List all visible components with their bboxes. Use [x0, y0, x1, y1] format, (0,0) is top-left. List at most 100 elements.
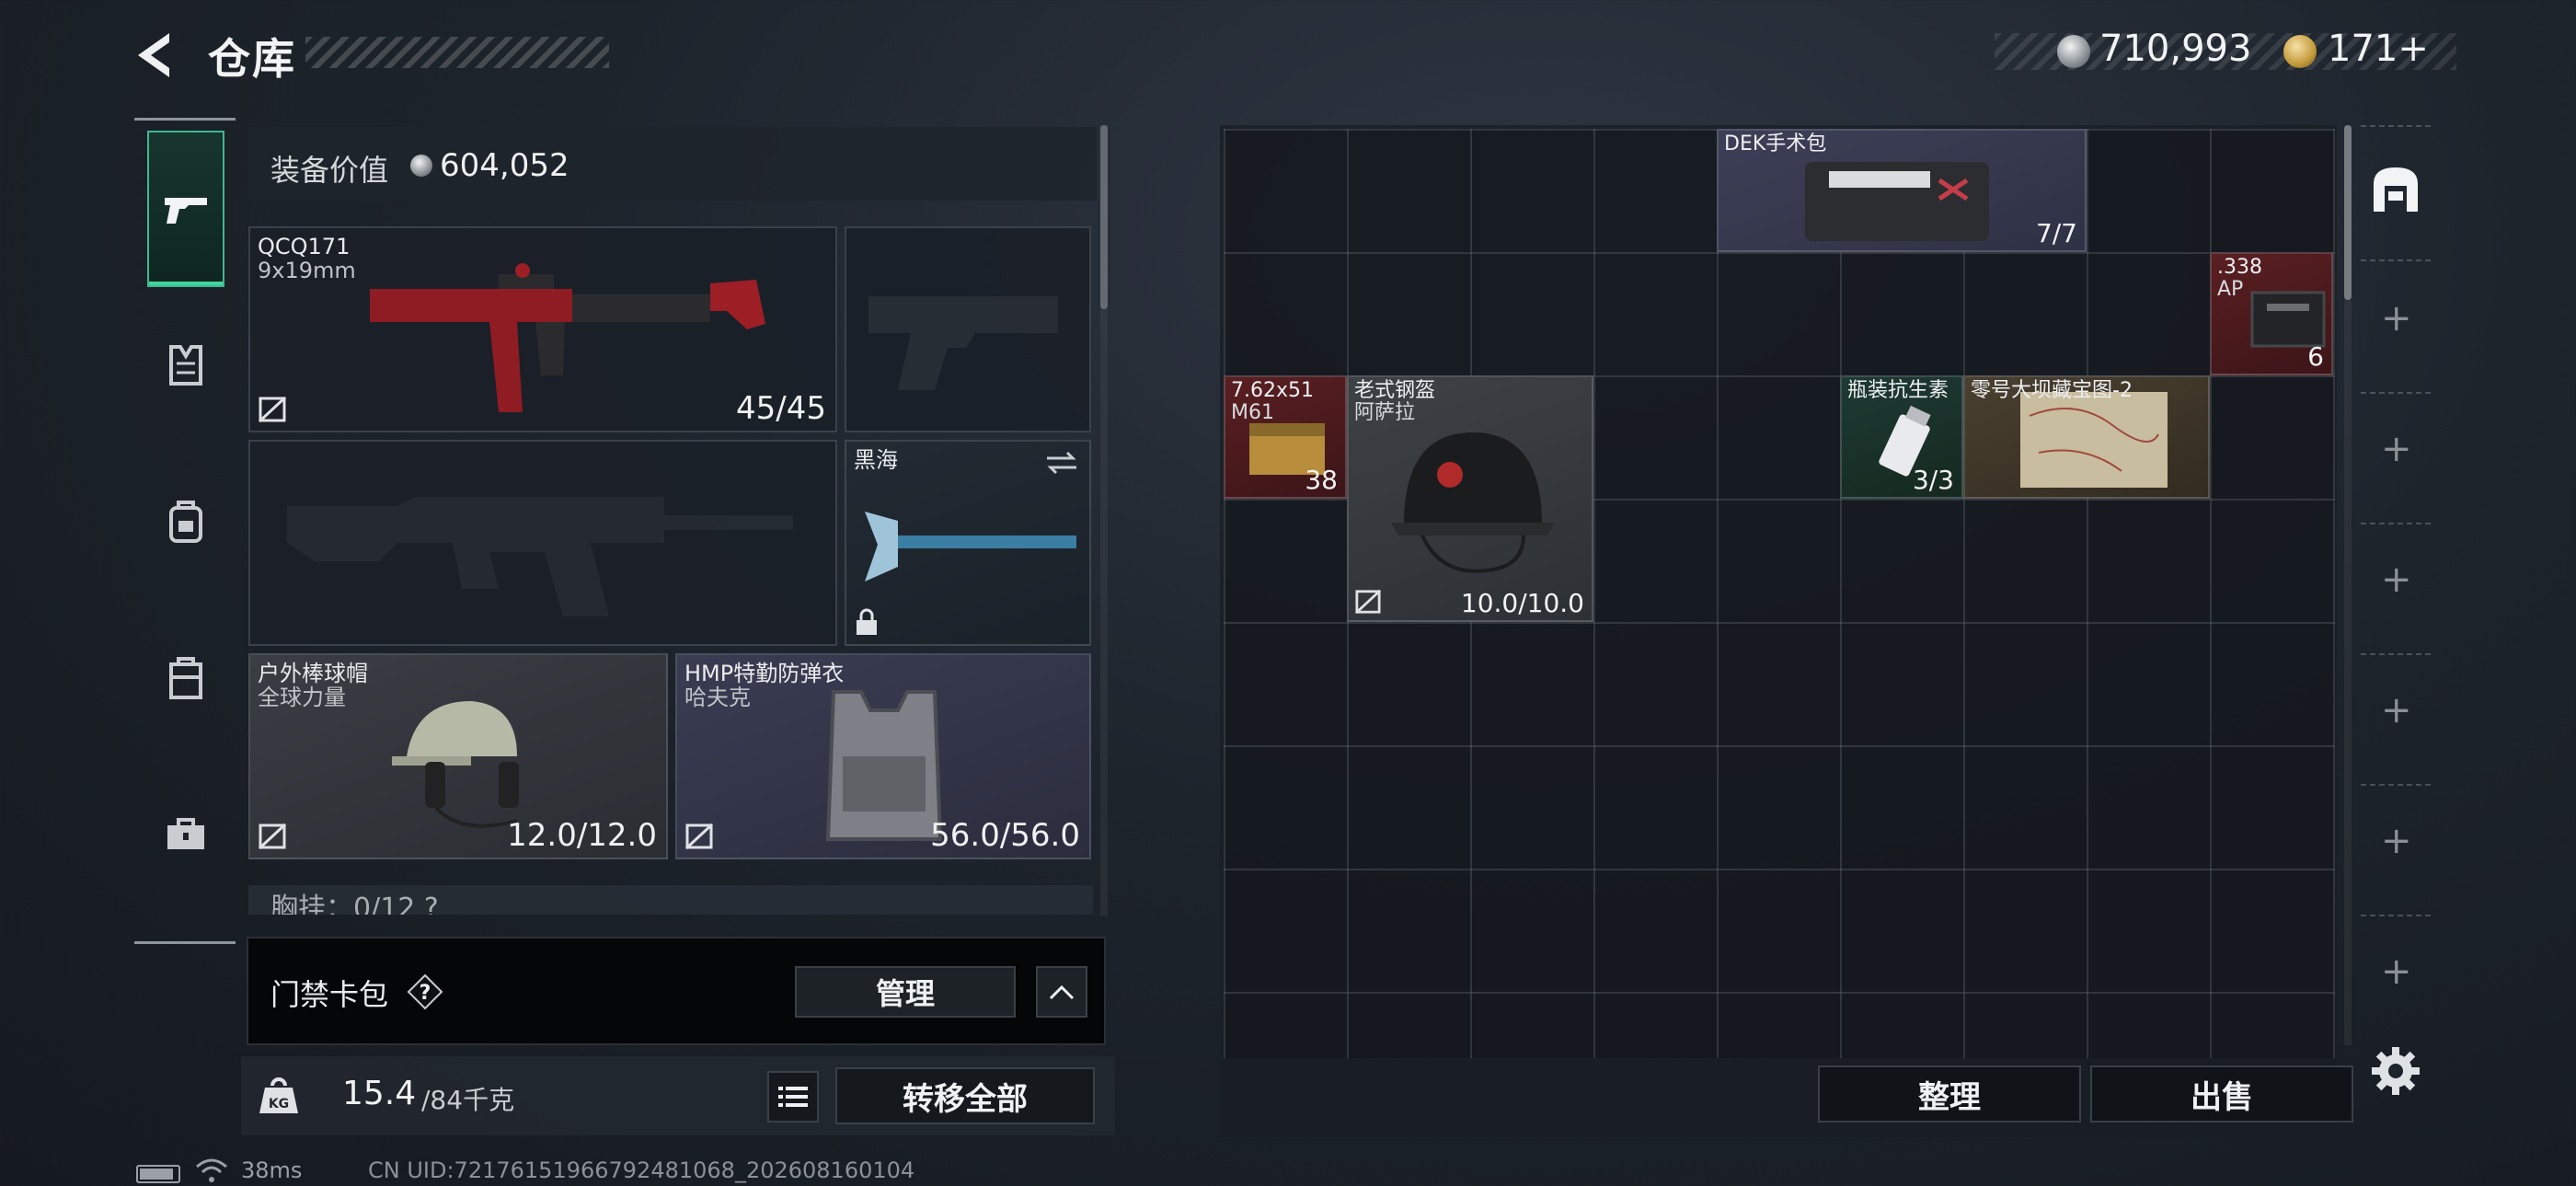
axe-image: [865, 512, 1076, 581]
category-rail: [134, 118, 236, 944]
helmet-slot[interactable]: 户外棒球帽 全球力量 12.0/12.0: [248, 653, 668, 859]
add-storage-tab-3[interactable]: +: [2381, 561, 2412, 598]
sort-button[interactable]: 整理: [1818, 1065, 2081, 1123]
melee-name: 黑海: [854, 447, 898, 473]
case-icon: [169, 657, 202, 699]
sell-button[interactable]: 出售: [2090, 1065, 2353, 1123]
pistol-silhouette-icon: [868, 296, 1058, 390]
equipment-scroll-thumb[interactable]: [1100, 125, 1108, 309]
grid-item-old-helmet[interactable]: 老式钢盔 阿萨拉 10.0/10.0: [1347, 375, 1593, 622]
vest-icon: [169, 345, 202, 386]
item-name: 7.62x51: [1231, 379, 1314, 402]
equipment-value: 604,052: [440, 147, 569, 184]
uninsured-icon: [684, 823, 714, 850]
svg-text:?: ?: [420, 982, 431, 1005]
category-chest-rig[interactable]: [147, 287, 224, 443]
list-icon: [778, 1087, 808, 1107]
help-icon[interactable]: ?: [407, 973, 443, 1010]
grid-item-762x51-ammo[interactable]: 7.62x51 M61 38: [1224, 375, 1347, 499]
transfer-all-button[interactable]: 转移全部: [835, 1067, 1095, 1124]
manage-button[interactable]: 管理: [795, 966, 1016, 1018]
item-name: 零号大坝藏宝图-2: [1971, 379, 2133, 402]
weapon-caliber: 9x19mm: [258, 258, 356, 283]
settings-gear-icon[interactable]: [2370, 1045, 2421, 1097]
item-count: 38: [1305, 465, 1338, 495]
weight-current: 15.4: [342, 1075, 417, 1112]
briefcase-icon: [167, 818, 204, 849]
back-arrow-icon: [138, 33, 169, 77]
silver-coin-icon: [2057, 35, 2090, 68]
item-sub: AP: [2217, 278, 2244, 301]
cap-image: [392, 701, 519, 828]
weight-kg-icon: KG: [258, 1075, 300, 1117]
rifle-silhouette-icon: [287, 497, 793, 616]
back-button[interactable]: [129, 28, 184, 83]
tab-main-storage[interactable]: [2368, 162, 2423, 217]
chest-rig-bar[interactable]: 胸挂：0/12 ?: [248, 885, 1093, 915]
smg-image: [370, 263, 765, 412]
category-container[interactable]: [147, 600, 224, 756]
map-image: [2020, 392, 2168, 488]
add-storage-tab-6[interactable]: +: [2381, 953, 2412, 990]
page-title: 仓库: [208, 34, 296, 84]
item-name: .338: [2217, 256, 2262, 279]
category-backpack[interactable]: [147, 443, 224, 600]
primary-weapon-slot[interactable]: QCQ171 9x19mm 45/45: [248, 226, 837, 432]
equipment-value-bar: 装备价值 604,052: [248, 127, 1097, 201]
gold-balance[interactable]: 171+: [2328, 28, 2429, 70]
add-storage-tab-5[interactable]: +: [2381, 823, 2412, 859]
item-name: 老式钢盔: [1354, 379, 1436, 402]
silver-coin-icon: [410, 155, 432, 177]
swap-icon[interactable]: [1043, 449, 1080, 477]
melee-slot[interactable]: 黑海: [845, 440, 1091, 646]
category-weapons[interactable]: [147, 131, 224, 287]
weight-bar: KG 15.4 /84千克 转移全部: [241, 1056, 1115, 1135]
pistol-icon: [165, 198, 207, 224]
keycard-label: 门禁卡包: [270, 977, 389, 1012]
backpack-icon: [169, 501, 202, 543]
keycard-pouch: 门禁卡包 ? 管理: [247, 937, 1106, 1045]
add-storage-tab-2[interactable]: +: [2381, 431, 2412, 467]
gold-coin-icon: [2283, 35, 2317, 68]
add-storage-tab-4[interactable]: +: [2381, 692, 2412, 729]
grid-item-surgical-kit[interactable]: DEK手术包 7/7: [1717, 129, 2087, 252]
grid-item-treasure-map[interactable]: 零号大坝藏宝图-2: [1963, 375, 2210, 499]
grid-item-antibiotics[interactable]: 瓶装抗生素 3/3: [1840, 375, 1963, 499]
helmet-name: 户外棒球帽: [258, 661, 368, 686]
item-count: 6: [2307, 341, 2324, 372]
chest-rig-label: 胸挂：0/12 ?: [270, 892, 439, 915]
uid-text: CN UID:72176151966792481068_202608160104: [368, 1157, 915, 1183]
storage-scroll-thumb[interactable]: [2344, 125, 2352, 300]
ping-text: 38ms: [241, 1157, 303, 1183]
weapon-name: QCQ171: [258, 234, 351, 259]
weight-capacity: /84千克: [421, 1085, 515, 1115]
medkit-image: [1805, 162, 1989, 241]
add-storage-tab-1[interactable]: +: [2381, 300, 2412, 337]
uninsured-icon: [1354, 589, 1382, 615]
sidearm-slot[interactable]: [845, 226, 1091, 432]
item-count: 10.0/10.0: [1460, 588, 1584, 618]
storage-panel: DEK手术包 7/7 .338 AP 6 7.62x51 M61 38 老式钢盔…: [1220, 125, 2353, 1137]
ammo-box-image: [2250, 291, 2326, 348]
container-tab-rail: + + + + + +: [2355, 125, 2436, 1045]
secondary-weapon-slot[interactable]: [248, 440, 837, 646]
uninsured-icon: [258, 396, 287, 423]
armor-slot[interactable]: HMP特勤防弹衣 哈夫克 56.0/56.0: [675, 653, 1091, 859]
collapse-button[interactable]: [1036, 966, 1087, 1018]
uninsured-icon: [258, 823, 287, 850]
category-toolbox[interactable]: [147, 756, 224, 913]
wifi-icon: [195, 1157, 228, 1183]
list-view-button[interactable]: [767, 1071, 819, 1123]
chevron-up-icon: [1049, 984, 1075, 1000]
helmet-durability: 12.0/12.0: [507, 817, 657, 854]
grid-item-338-ap-ammo[interactable]: .338 AP 6: [2210, 252, 2333, 375]
armor-brand: 哈夫克: [684, 685, 751, 710]
item-count: 3/3: [1912, 465, 1954, 495]
storage-grid[interactable]: DEK手术包 7/7 .338 AP 6 7.62x51 M61 38 老式钢盔…: [1224, 129, 2335, 1058]
storage-house-icon: [2374, 167, 2418, 212]
battery-icon: [136, 1165, 180, 1183]
armor-durability: 56.0/56.0: [930, 817, 1080, 854]
equipment-panel: 装备价值 604,052 QCQ171 9x19mm 45/45 黑海 户外棒球…: [247, 123, 1108, 915]
ammo-count: 45/45: [736, 390, 826, 427]
title-decoration: [305, 37, 609, 68]
